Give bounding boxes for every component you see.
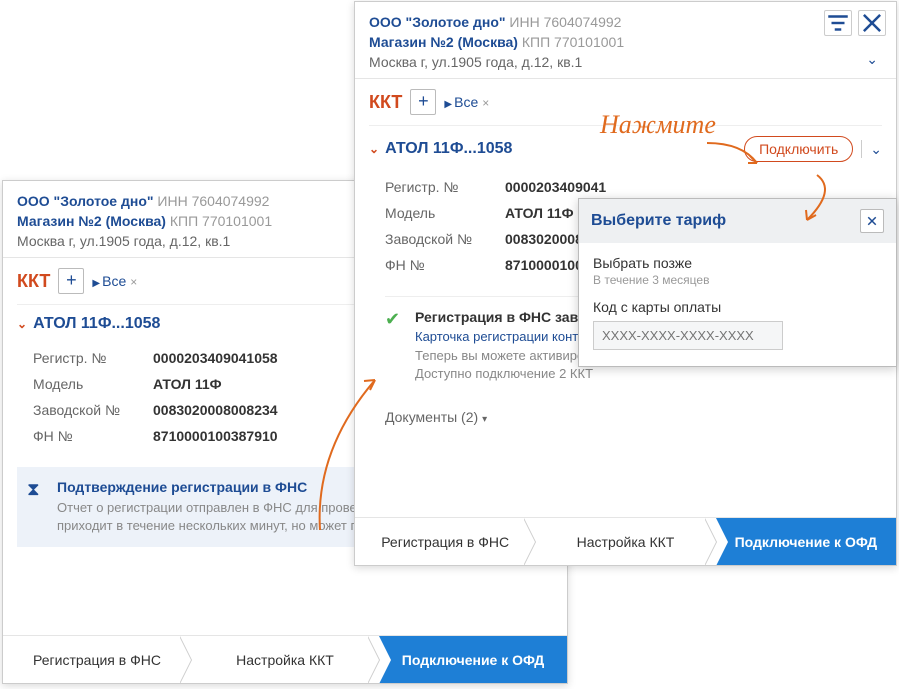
tariff-option-later[interactable]: Выбрать позже В течение 3 месяцев <box>593 255 882 287</box>
tariff-option-card: Код с карты оплаты <box>593 299 882 350</box>
tariff-popup-header: Выберите тариф <box>579 199 896 243</box>
inn-label-front: ИНН 7604074992 <box>509 14 621 30</box>
annotation-arrow-to-popup <box>792 170 842 230</box>
fn-no-value: 8710000100387910 <box>153 428 278 444</box>
company-name-front: ООО "Золотое дно" <box>369 14 506 30</box>
model-label: Модель <box>33 376 153 392</box>
add-kkt-button[interactable]: + <box>58 268 84 294</box>
tariff-popup-title: Выберите тариф <box>591 212 726 230</box>
tariff-option-later-sub: В течение 3 месяцев <box>593 273 882 287</box>
close-icon <box>866 215 878 227</box>
filter-button[interactable] <box>824 10 852 36</box>
company-name: ООО "Золотое дно" <box>17 193 154 209</box>
close-icon <box>859 10 885 36</box>
model-value: АТОЛ 11Ф <box>153 376 222 392</box>
card-code-input[interactable] <box>593 321 783 350</box>
shop-name-front: Магазин №2 (Москва) <box>369 34 518 50</box>
device-menu-button[interactable]: ⌄ <box>870 141 882 158</box>
shop-name: Магазин №2 (Москва) <box>17 213 166 229</box>
kkt-title-front: ККТ <box>369 92 402 113</box>
fn-no-label: ФН № <box>33 428 153 444</box>
header-front: ООО "Золотое дно" ИНН 7604074992 Магазин… <box>355 2 896 79</box>
device-name-label-front: АТОЛ 11Ф...1058 <box>385 140 512 157</box>
reg-no-label: Регистр. № <box>33 350 153 366</box>
hourglass-icon: ⧗ <box>27 479 40 500</box>
device-name-label: АТОЛ 11Ф...1058 <box>33 315 160 332</box>
model-value-f: АТОЛ 11Ф <box>505 205 574 221</box>
tariff-option-later-title: Выбрать позже <box>593 255 882 271</box>
check-icon: ✔ <box>385 309 400 330</box>
reg-no-label-f: Регистр. № <box>385 179 505 195</box>
step-connect-ofd-f[interactable]: Подключение к ОФД <box>716 518 896 565</box>
expand-header-button[interactable]: ⌄ <box>866 51 878 68</box>
close-panel-button[interactable] <box>858 10 886 36</box>
step-setup-f[interactable]: Настройка ККТ <box>535 518 715 565</box>
kpp-label-front: КПП 770101001 <box>522 34 624 50</box>
fn-no-label-f: ФН № <box>385 257 505 273</box>
documents-row: Документы (2)▾ <box>355 393 896 435</box>
address-front: Москва г, ул.1905 года, д.12, кв.1 <box>369 54 882 70</box>
annotation-arrow-status <box>310 370 390 540</box>
show-all-link-front[interactable]: ▶Все× <box>444 94 489 110</box>
annotation-text: Нажмите <box>600 110 716 140</box>
add-kkt-button-front[interactable]: + <box>410 89 436 115</box>
front-panel: ООО "Золотое дно" ИНН 7604074992 Магазин… <box>354 1 897 566</box>
documents-toggle[interactable]: Документы (2)▾ <box>385 409 487 425</box>
device-toggle[interactable]: ⌄АТОЛ 11Ф...1058 <box>369 140 512 158</box>
status-done-desc2: Доступно подключение 2 ККТ <box>415 365 872 383</box>
factory-no-value: 0083020008008234 <box>153 402 278 418</box>
kpp-label: КПП 770101001 <box>170 213 272 229</box>
reg-no-value-f: 0000203409041 <box>505 179 606 195</box>
steps-bar-front: Регистрация в ФНС Настройка ККТ Подключе… <box>355 517 896 565</box>
separator <box>861 140 862 158</box>
model-label-f: Модель <box>385 205 505 221</box>
annotation-arrow-to-connect <box>702 138 772 178</box>
factory-no-label-f: Заводской № <box>385 231 505 247</box>
factory-no-label: Заводской № <box>33 402 153 418</box>
kkt-title: ККТ <box>17 271 50 292</box>
reg-no-value: 0000203409041058 <box>153 350 278 366</box>
tariff-option-card-title: Код с карты оплаты <box>593 299 882 315</box>
step-connect-ofd[interactable]: Подключение к ОФД <box>379 636 567 683</box>
filter-icon <box>825 10 851 36</box>
tariff-popup-close-button[interactable] <box>860 209 884 233</box>
step-registration[interactable]: Регистрация в ФНС <box>3 636 191 683</box>
tariff-popup: Выберите тариф Выбрать позже В течение 3… <box>578 198 897 367</box>
show-all-link[interactable]: ▶Все× <box>92 273 137 289</box>
step-setup[interactable]: Настройка ККТ <box>191 636 379 683</box>
steps-bar: Регистрация в ФНС Настройка ККТ Подключе… <box>3 635 567 683</box>
inn-label: ИНН 7604074992 <box>157 193 269 209</box>
